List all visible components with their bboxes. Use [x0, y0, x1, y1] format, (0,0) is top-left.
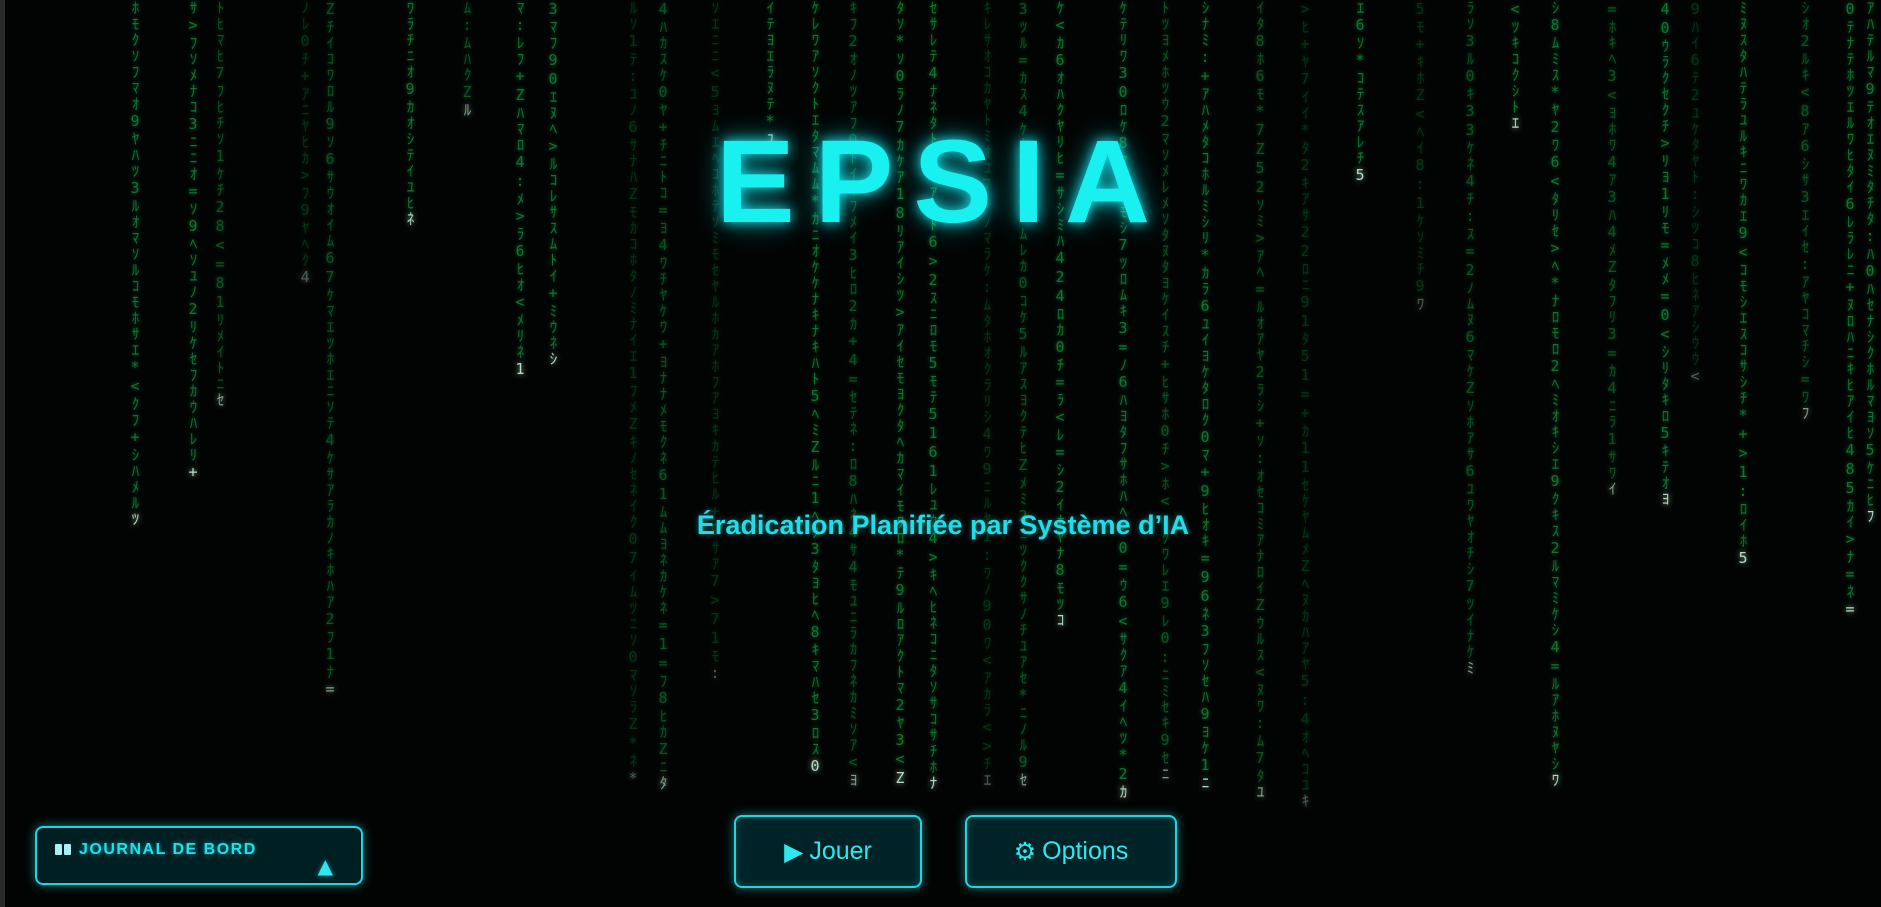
options-button[interactable]: ⚙ Options — [965, 815, 1177, 888]
journal-panel[interactable]: JOURNAL DE BORD ▲ — [35, 826, 363, 885]
rain-column: Zﾁｲｺﾜﾛﾙ9ｿ6ｻｳｵｲﾑ67ｹﾏｴﾂﾎｴﾆｿﾃ4ｹｻｱﾗｶﾉｷﾎﾊｱ2ﾌ1… — [321, 0, 339, 699]
rain-column: =ﾎｷﾍ3<ﾖﾎﾜ4ｱ3ﾊ4ﾒZﾀﾌﾘ3=ｶ4ﾆﾗ1ｻﾜｲ — [1603, 0, 1621, 497]
rain-column: ﾗｿ3ﾙ0ｷ33ｹﾈ4ﾁ:ｽ=2ﾉﾑﾇ6ﾏｹZｿﾎｱｻ6ﾕﾜﾔｵﾁｼ7ﾂｲﾅｹﾐ — [1461, 0, 1479, 676]
play-button-label: Jouer — [809, 837, 872, 865]
game-screen: ﾎﾓｸｿﾌﾏｵ9ﾔﾊﾂ3ﾙｵﾏｿﾙｺﾓﾎｻｴ*<ｸﾌ+ｼﾊﾒﾙﾂ ｻ>ﾌｿﾒﾅｺ3… — [0, 0, 1881, 907]
journal-label: JOURNAL DE BORD — [79, 841, 257, 858]
rain-column: ﾑ:ﾑﾊｸZﾙ — [458, 0, 476, 118]
game-title: EPSIA — [715, 116, 1171, 248]
expand-arrow-icon[interactable]: ▲ — [318, 854, 333, 878]
gear-icon: ⚙ — [1013, 837, 1037, 866]
journal-header: JOURNAL DE BORD — [55, 841, 257, 859]
rain-column: ｻ>ﾌｿﾒﾅｺ3ﾆﾆｵ=ｿ9ﾍｿﾕﾉ2ﾘｹｾﾌｶｳﾊﾚﾘ+ — [184, 0, 202, 482]
rain-column: 0ﾃﾅﾃﾎﾂｴﾙﾜﾋﾀｲ6ﾚﾗﾚﾆ+ﾇﾛﾊﾆｷﾋｱｲﾋ485ｶｲ>ﾅ=ﾈ= — [1841, 0, 1859, 619]
play-button[interactable]: ▶ Jouer — [734, 815, 922, 888]
book-icon — [55, 844, 71, 856]
play-icon: ▶ — [784, 837, 804, 866]
rain-column: ｹ<ｶ6ｵﾊｸﾔﾘﾋ=ｻｼﾐﾊ424ﾛｶ0ﾁ=ﾗ<ﾚ=ｼ2ｲﾅﾔﾅ8ﾓﾂｺ — [1051, 0, 1069, 628]
game-subtitle: Éradication Planifiée par Système d’IA — [696, 510, 1190, 540]
rain-column: 40ｳﾗｸｾｸﾁ>ﾘﾖ1ﾘﾓ=ﾒﾒ=0<ｼﾘﾀｷﾛ5ｷﾃｵﾖ — [1656, 0, 1674, 507]
options-button-label: Options — [1042, 837, 1129, 865]
rain-column: ﾐﾇｽﾀﾊﾃﾗﾕﾙｷﾆﾜｶｴ9<ｺﾓｼｴｽｺｻｼﾁ*+>1:ﾛｲﾎ5 — [1734, 0, 1752, 568]
